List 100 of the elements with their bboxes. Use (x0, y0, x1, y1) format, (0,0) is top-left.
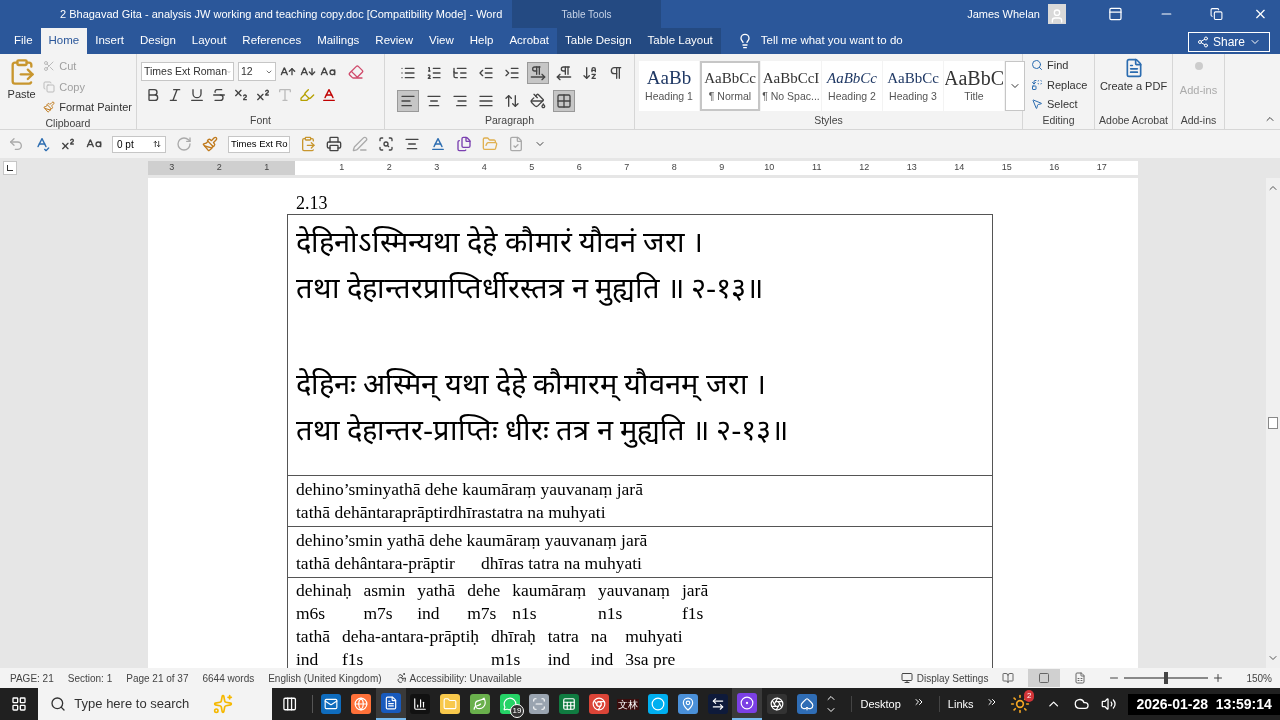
font-size-field[interactable]: 12 (238, 62, 276, 81)
search-icon (1031, 59, 1043, 72)
toolbar-label[interactable]: Links (947, 695, 974, 713)
scroll-thumb[interactable] (1268, 417, 1278, 429)
refresh-icon[interactable] (456, 136, 472, 152)
editing-button[interactable]: Find (1031, 57, 1088, 74)
restore-icon[interactable] (1210, 7, 1224, 21)
strikethrough-icon[interactable] (211, 87, 227, 103)
editing-button[interactable]: Select (1031, 96, 1088, 113)
task-view-icon[interactable] (282, 696, 298, 712)
transliteration-line: dehino’sminyathā dehe kaumāraṃ yauvanaṃ jarā (296, 478, 644, 501)
grammar-tag: m7s (467, 602, 501, 625)
ribbon-tab[interactable]: Acrobat (501, 28, 558, 54)
taskbar-app[interactable]: 文林 (613, 688, 644, 720)
status-item[interactable]: 6644 words (202, 670, 255, 686)
clear-formatting-icon[interactable] (348, 63, 364, 80)
grammar-tag: m1s (491, 648, 536, 668)
paste-button[interactable]: Paste (7, 86, 36, 103)
paintbrush-icon[interactable] (43, 101, 56, 114)
format-icon[interactable] (202, 136, 218, 152)
sanskrit-word: tatra (547, 625, 579, 648)
ribbon-tab[interactable]: File (6, 28, 41, 54)
taskbar-app[interactable]: 19 (494, 688, 525, 720)
status-item[interactable]: Section: 1 (67, 670, 113, 686)
zoom-in-icon[interactable] (1212, 672, 1225, 684)
italic-icon[interactable] (167, 87, 183, 103)
status-item[interactable]: English (United Kingdom) (268, 670, 382, 686)
print-layout-icon[interactable] (1038, 672, 1051, 684)
share-button[interactable]: Share (1187, 32, 1270, 52)
caps-icon[interactable] (60, 136, 76, 152)
preview-icon[interactable] (378, 136, 394, 152)
web-layout-icon[interactable] (1074, 672, 1087, 684)
qat-font-field[interactable]: Times Ext Ro (228, 135, 290, 153)
zoom-level[interactable]: 150% (1246, 670, 1272, 686)
font-color-icon[interactable] (430, 136, 446, 152)
vertical-scrollbar[interactable] (1266, 178, 1280, 668)
font-color-icon[interactable] (321, 87, 337, 103)
avatar-icon[interactable] (1047, 4, 1067, 24)
ribbon-tab[interactable]: Home (40, 28, 88, 54)
ribbon-tab[interactable]: Help (461, 28, 502, 54)
left-to-right-button[interactable] (527, 62, 549, 84)
user-name[interactable]: James Whelan (967, 5, 1040, 23)
borders-button[interactable] (553, 90, 575, 112)
ribbon-tab[interactable]: Design (132, 28, 184, 54)
style-preset[interactable]: AaBbCc Heading 3 (883, 60, 943, 111)
ribbon-tab[interactable]: Table Design (557, 28, 640, 54)
superscript-icon[interactable] (255, 87, 271, 103)
style-preset[interactable]: AaBbCc ¶ Normal (700, 60, 760, 111)
status-item[interactable]: Page 21 of 37 (126, 670, 189, 686)
tab-selector[interactable] (3, 161, 17, 175)
ribbon-tab[interactable]: References (234, 28, 310, 54)
cloud-icon[interactable] (1073, 696, 1090, 712)
weather-icon[interactable] (1009, 694, 1030, 714)
tab-stop-icon (7, 165, 13, 171)
editing-button[interactable]: Replace (1031, 76, 1088, 93)
ribbon-tab[interactable]: Table Layout (639, 28, 721, 54)
style-preset[interactable]: AaBbC Title (944, 60, 1004, 111)
ruler-number: 2 (215, 161, 223, 175)
align-right-icon (452, 93, 468, 109)
align-left-button[interactable] (397, 90, 419, 112)
ribbon-tab[interactable]: View (421, 28, 462, 54)
ribbon-tab[interactable]: Mailings (309, 28, 368, 54)
accessibility-status[interactable]: Accessibility: Unavailable (409, 670, 522, 686)
create-pdf-button[interactable]: Create a PDF (1099, 54, 1168, 113)
style-preset[interactable]: AaBbCc Heading 2 (822, 60, 882, 111)
font-name-field[interactable]: Times Ext Roman (141, 62, 234, 81)
ruler-number: 13 (905, 161, 918, 175)
monitor-icon[interactable] (900, 672, 913, 684)
style-preset[interactable]: AaBbCcI ¶ No Spac... (761, 60, 821, 111)
underline-icon[interactable] (189, 87, 205, 103)
spelling-icon[interactable] (34, 136, 50, 152)
ribbon-tab[interactable]: Insert (87, 28, 132, 54)
taskbar-app[interactable] (732, 688, 763, 720)
format-painter-button[interactable]: Format Painter (59, 99, 132, 116)
zoom-thumb[interactable] (1164, 672, 1169, 684)
clock[interactable]: 2026-01-28 13:59:14 (1128, 693, 1280, 715)
share-icon (1196, 36, 1209, 48)
taskbar-app[interactable] (375, 688, 406, 720)
grammar-tag: f1s (342, 648, 480, 668)
read-mode-icon[interactable] (1002, 672, 1015, 684)
tell-me-field[interactable]: Tell me what you want to do (760, 32, 903, 50)
ruler-number: 16 (1048, 161, 1061, 175)
ribbon-display-icon[interactable] (1108, 6, 1124, 22)
display-settings[interactable]: Display Settings (916, 670, 989, 686)
horizontal-ruler[interactable]: 3 2 1 1 2 3 4 5 6 7 8 9 10 11 12 13 14 15 16 17 (148, 161, 1138, 175)
spacing-field[interactable]: 0 pt (112, 135, 166, 153)
center-icon[interactable] (404, 136, 420, 152)
zoom-slider[interactable] (1124, 672, 1209, 684)
toolbar-label[interactable]: Desktop (860, 695, 901, 713)
style-preset[interactable]: AaBb Heading 1 (639, 60, 699, 111)
subscript-icon[interactable] (233, 87, 249, 103)
ribbon-tab[interactable]: Layout (183, 28, 235, 54)
bold-icon[interactable] (145, 87, 161, 103)
accessibility-icon[interactable] (395, 672, 408, 684)
print-icon[interactable] (326, 136, 342, 152)
document-check-icon[interactable] (508, 136, 524, 152)
taskbar-search-field[interactable]: Type here to search (38, 688, 273, 720)
speaker-icon[interactable] (1101, 696, 1117, 712)
ribbon-tab[interactable]: Review (367, 28, 422, 54)
status-item[interactable]: PAGE: 21 (10, 670, 54, 686)
